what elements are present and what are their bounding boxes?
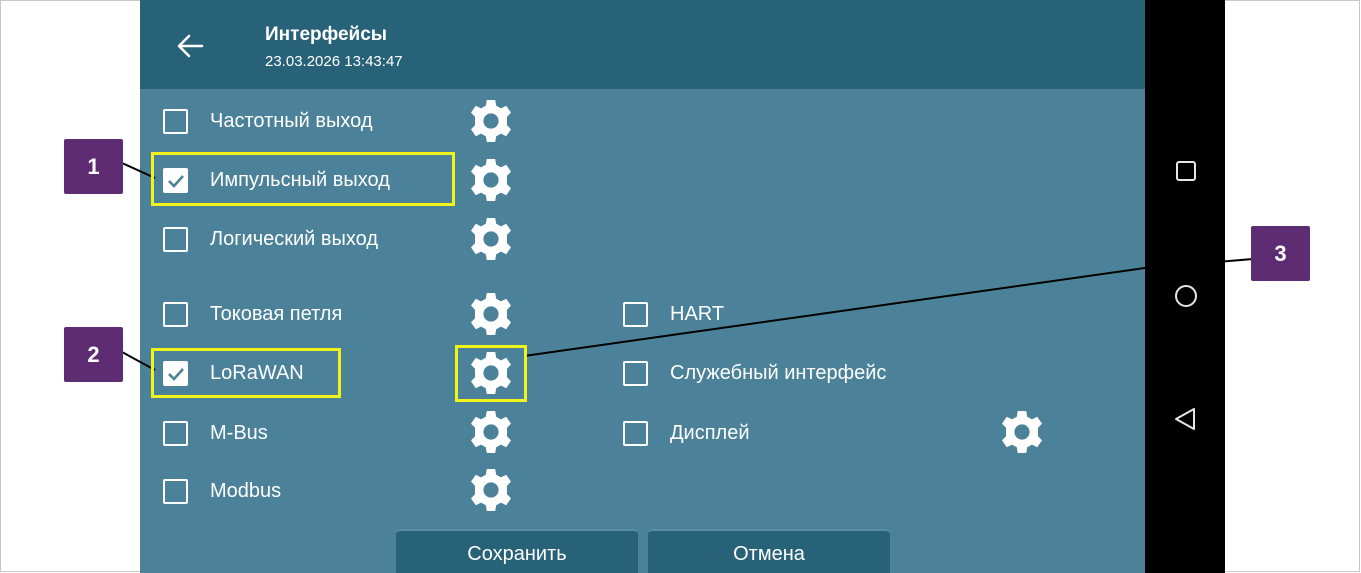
highlight-lorawan-gear bbox=[455, 345, 527, 402]
callout-badge-1: 1 bbox=[64, 139, 123, 194]
highlight-lorawan bbox=[151, 348, 341, 398]
highlight-pulse-output bbox=[151, 152, 455, 206]
callout-lines bbox=[121, 162, 1254, 371]
callout-badge-2: 2 bbox=[64, 327, 123, 382]
callout-badge-3: 3 bbox=[1251, 226, 1310, 281]
